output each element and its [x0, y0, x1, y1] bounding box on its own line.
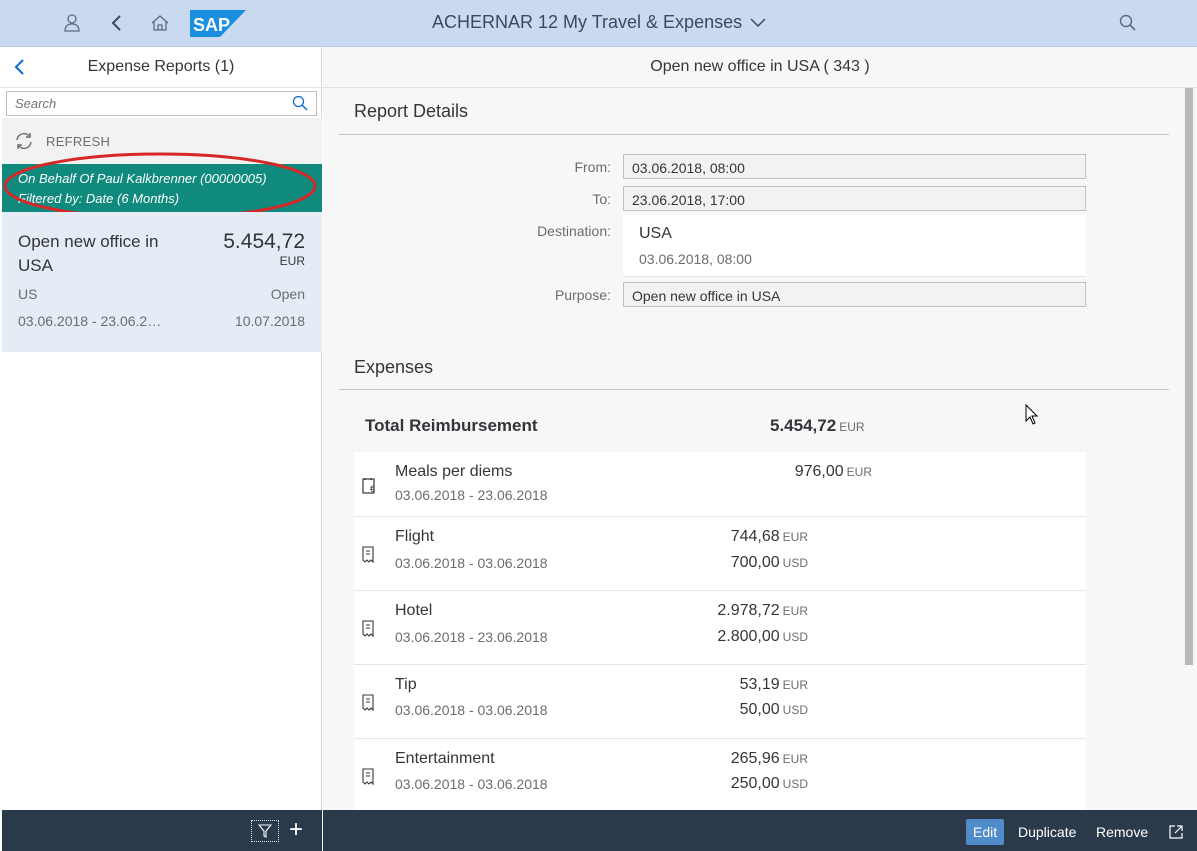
detail-scrollbar[interactable]: [1185, 88, 1193, 665]
expense-dates: 03.06.2018 - 03.06.2018: [395, 555, 548, 571]
purpose-label: Purpose:: [554, 287, 611, 303]
app-title-menu[interactable]: ACHERNAR 12 My Travel & Expenses: [432, 12, 766, 33]
expense-amount-eur: 976,00 EUR: [794, 463, 872, 480]
destination-date: 03.06.2018, 08:00: [639, 251, 752, 267]
list-item-expense-report[interactable]: Open new office in USA 5.454,72 EUR US O…: [2, 212, 322, 352]
expense-name: Hotel: [395, 602, 433, 619]
detail-pane: Open new office in USA ( 343 ) Report De…: [323, 47, 1197, 811]
report-details-title: Report Details: [354, 101, 469, 121]
detail-footer: Edit Duplicate Remove: [323, 810, 1197, 851]
master-pane: Expense Reports (1) REFRESH On Behalf Of…: [0, 47, 322, 810]
expense-item-entertainment[interactable]: Entertainment 03.06.2018 - 03.06.2018 26…: [354, 739, 1086, 811]
expense-amount-eur: 2.978,72 EUR: [717, 602, 808, 619]
destination-value: USA: [639, 225, 672, 242]
expense-name: Meals per diems: [395, 463, 513, 480]
expense-list: € Meals per diems 03.06.2018 - 23.06.201…: [354, 452, 1086, 811]
user-icon[interactable]: [60, 11, 84, 35]
to-field[interactable]: 23.06.2018, 17:00: [623, 186, 1086, 211]
search-field[interactable]: [6, 91, 317, 116]
expense-dates: 03.06.2018 - 03.06.2018: [395, 702, 548, 718]
to-label: To:: [592, 191, 611, 207]
expense-dates: 03.06.2018 - 23.06.2018: [395, 629, 548, 645]
expense-amount-usd: 250,00 USD: [730, 775, 808, 792]
master-footer: +: [2, 810, 322, 851]
refresh-icon: [16, 132, 32, 150]
back-icon[interactable]: [14, 58, 26, 81]
report-amount: 5.454,72: [223, 230, 305, 253]
expense-dates: 03.06.2018 - 23.06.2018: [395, 487, 548, 503]
destination-label: Destination:: [537, 223, 611, 239]
app-title: ACHERNAR 12 My Travel & Expenses: [432, 12, 743, 32]
expense-amount-eur: 265,96 EUR: [730, 750, 808, 767]
destination-item[interactable]: USA 03.06.2018, 08:00: [623, 215, 1086, 277]
expense-item-hotel[interactable]: Hotel 03.06.2018 - 23.06.2018 2.978,72 EU…: [354, 591, 1086, 665]
share-button[interactable]: [1161, 819, 1191, 845]
expense-amount-eur: 53,19 EUR: [739, 676, 808, 693]
expense-item-flight[interactable]: Flight 03.06.2018 - 03.06.2018 744,68 EUR…: [354, 517, 1086, 591]
expense-item-meals[interactable]: € Meals per diems 03.06.2018 - 23.06.201…: [354, 452, 1086, 517]
filter-icon: [258, 824, 272, 838]
from-field[interactable]: 03.06.2018, 08:00: [623, 154, 1086, 179]
receipt-icon: [362, 768, 374, 786]
master-title: Expense Reports (1): [87, 58, 235, 75]
expense-name: Entertainment: [395, 750, 495, 767]
receipt-icon: [362, 546, 374, 564]
receipt-icon: [362, 620, 374, 638]
edit-button[interactable]: Edit: [966, 819, 1005, 845]
mouse-cursor-icon: [1025, 404, 1039, 425]
expense-amount-eur: 744,68 EUR: [730, 528, 808, 545]
shell-bar: SAP ACHERNAR 12 My Travel & Expenses: [0, 0, 1197, 47]
home-icon[interactable]: [148, 11, 172, 35]
expenses-title: Expenses: [354, 357, 434, 377]
total-reimbursement-label: Total Reimbursement: [365, 416, 538, 435]
expense-amount-usd: 50,00 USD: [739, 701, 808, 718]
sap-logo[interactable]: SAP: [190, 10, 246, 37]
report-country: US: [18, 286, 38, 302]
report-created-date: 10.07.2018: [234, 313, 305, 329]
search-icon[interactable]: [292, 95, 308, 116]
receipt-icon: [362, 694, 374, 712]
duplicate-button[interactable]: Duplicate: [1011, 819, 1083, 845]
report-name: Open new office in USA: [18, 232, 159, 275]
back-icon[interactable]: [105, 11, 129, 35]
search-icon[interactable]: [1116, 11, 1140, 35]
filter-button[interactable]: [251, 820, 279, 842]
expense-name: Tip: [395, 676, 417, 693]
expense-amount-usd: 2.800,00 USD: [717, 628, 808, 645]
report-status: Open: [270, 286, 305, 302]
remove-button[interactable]: Remove: [1089, 819, 1155, 845]
expense-name: Flight: [395, 528, 435, 545]
share-icon: [1169, 825, 1183, 839]
expense-item-tip[interactable]: Tip 03.06.2018 - 03.06.2018 53,19 EUR 50,…: [354, 665, 1086, 739]
section-divider: [339, 134, 1169, 135]
from-label: From:: [574, 159, 611, 175]
chevron-down-icon: [750, 17, 766, 27]
svg-text:€: €: [370, 484, 375, 494]
svg-text:SAP: SAP: [193, 15, 230, 35]
section-divider: [339, 389, 1169, 390]
expense-amount-usd: 700,00 USD: [730, 554, 808, 571]
search-input[interactable]: [7, 92, 277, 115]
refresh-label: REFRESH: [46, 133, 111, 149]
expense-dates: 03.06.2018 - 03.06.2018: [395, 776, 548, 792]
meal-receipt-icon: €: [362, 478, 375, 494]
master-header: Expense Reports (1): [0, 47, 321, 88]
purpose-field[interactable]: Open new office in USA: [623, 282, 1086, 307]
total-reimbursement-value: 5.454,72 EUR: [770, 416, 865, 435]
add-icon[interactable]: +: [289, 816, 303, 844]
detail-header: Open new office in USA ( 343 ): [323, 47, 1197, 88]
report-dates: 03.06.2018 - 23.06.2…: [18, 313, 162, 329]
report-currency: EUR: [279, 254, 305, 268]
